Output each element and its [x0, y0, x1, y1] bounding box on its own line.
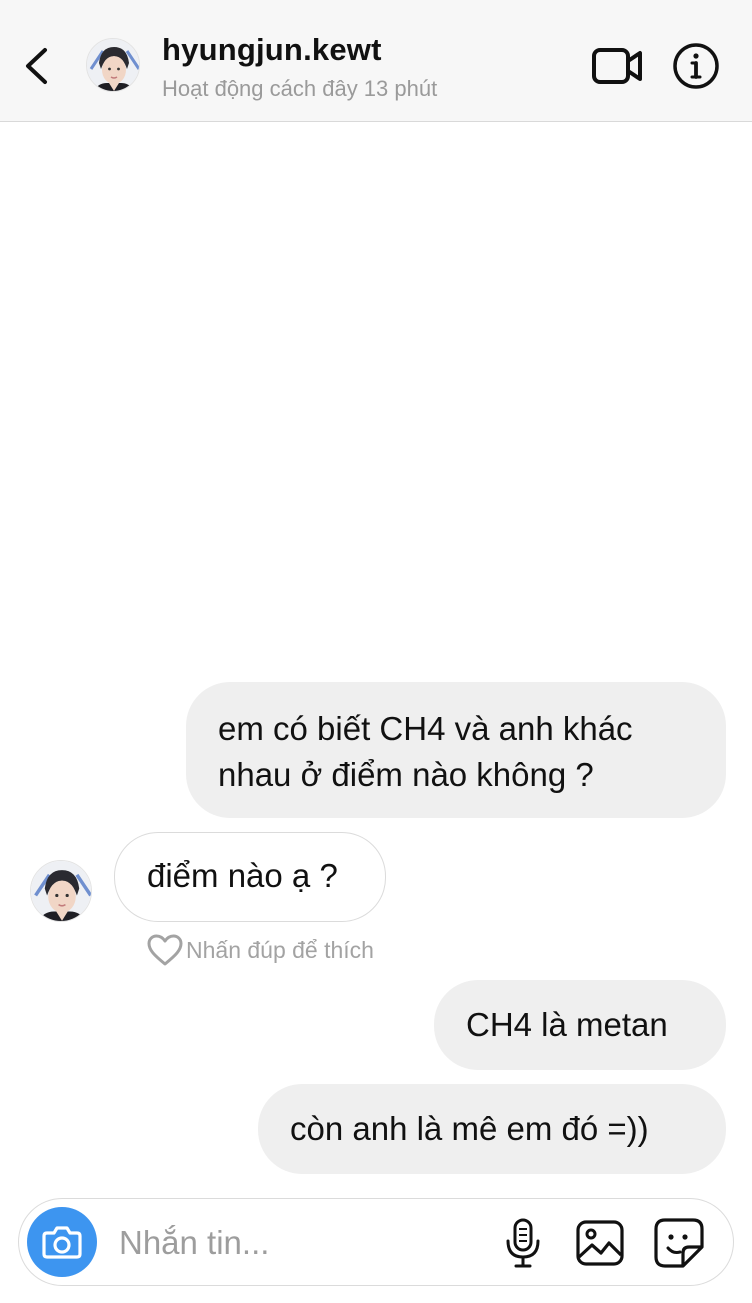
video-call-button[interactable] — [590, 44, 646, 88]
sent-message[interactable]: CH4 là metan — [434, 980, 726, 1070]
heart-outline-icon — [147, 934, 183, 966]
sticker-button[interactable] — [653, 1217, 705, 1269]
chevron-left-icon — [26, 48, 47, 84]
activity-status: Hoạt động cách đây 13 phút — [162, 76, 438, 101]
gallery-button[interactable] — [575, 1219, 625, 1267]
info-icon — [673, 43, 719, 89]
contact-message-avatar[interactable] — [30, 860, 92, 922]
voice-message-button[interactable] — [503, 1217, 543, 1269]
message-text: CH4 là metan — [466, 1006, 668, 1043]
message-line: nhau ở điểm nào không ? — [218, 756, 594, 793]
avatar-image — [87, 39, 139, 91]
sent-message[interactable]: còn anh là mê em đó =)) — [258, 1084, 726, 1174]
message-input[interactable] — [119, 1215, 479, 1271]
avatar-image — [31, 861, 91, 921]
contact-username[interactable]: hyungjun.kewt — [162, 32, 382, 68]
received-message[interactable]: điểm nào ạ ? — [114, 832, 386, 922]
message-text: điểm nào ạ ? — [147, 857, 338, 894]
sent-message[interactable]: em có biết CH4 và anh khác nhau ở điểm n… — [186, 682, 726, 818]
microphone-icon — [506, 1218, 540, 1268]
image-icon — [576, 1220, 624, 1266]
contact-avatar[interactable] — [86, 38, 140, 92]
sticker-icon — [654, 1218, 704, 1268]
chat-header: hyungjun.kewt Hoạt động cách đây 13 phút — [0, 0, 752, 122]
camera-button[interactable] — [27, 1207, 97, 1277]
camera-icon — [42, 1226, 82, 1259]
video-camera-icon — [592, 48, 642, 84]
double-tap-like-hint[interactable]: Nhấn đúp để thích — [146, 932, 374, 968]
message-line: em có biết CH4 và anh khác — [218, 710, 633, 747]
message-composer — [18, 1198, 734, 1286]
info-button[interactable] — [672, 42, 720, 90]
like-hint-text: Nhấn đúp để thích — [186, 936, 374, 963]
back-button[interactable] — [18, 42, 58, 90]
message-text: còn anh là mê em đó =)) — [290, 1110, 649, 1147]
